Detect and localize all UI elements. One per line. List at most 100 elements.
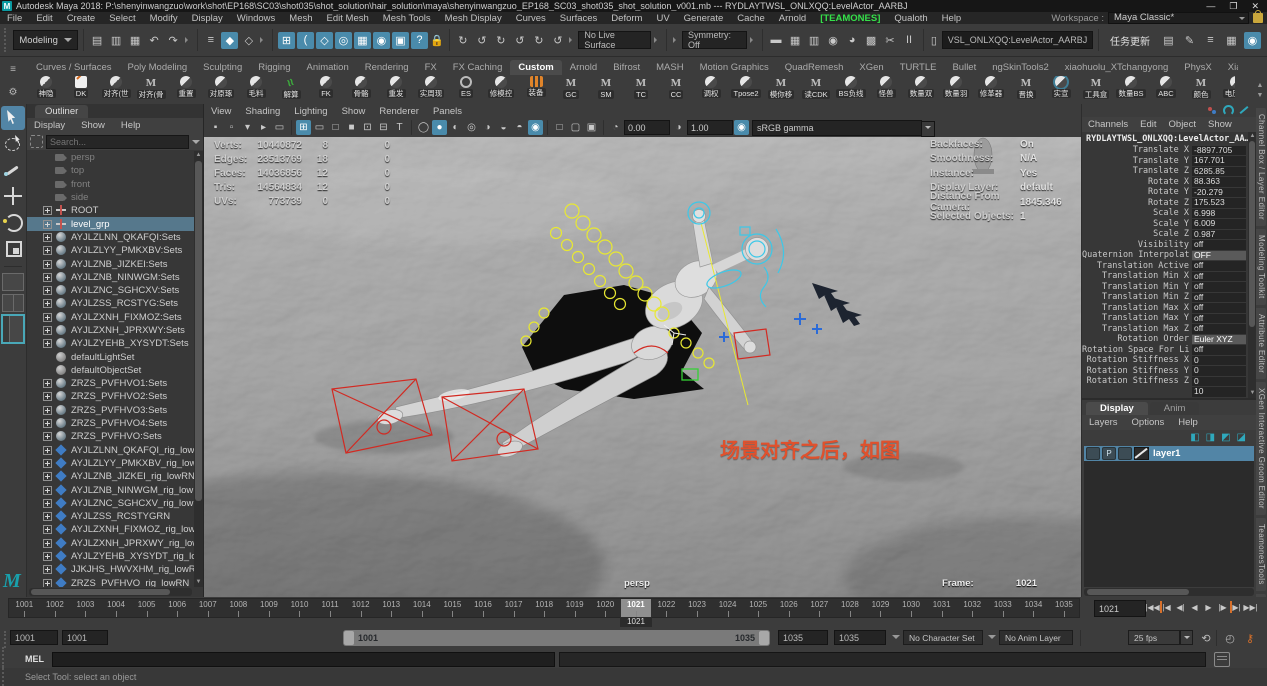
shelf-tab[interactable]: XGen	[851, 60, 891, 75]
channel-attribute-value[interactable]: 0	[1192, 366, 1246, 376]
expand-toggle[interactable]	[43, 206, 52, 215]
select-tool[interactable]	[1, 106, 25, 130]
outliner-menu-item[interactable]: Show	[74, 120, 112, 131]
menu-item[interactable]: Select	[102, 13, 142, 24]
outliner-item[interactable]: defaultObjectSet	[27, 364, 194, 377]
anim-layer-dropdown[interactable]: No Anim Layer	[999, 630, 1073, 645]
menu-item[interactable]: Display	[185, 13, 230, 24]
history-off-icon[interactable]: ↺	[511, 32, 528, 49]
resolution-gate-icon[interactable]: □	[328, 120, 343, 135]
construction-history-icon[interactable]: ↻	[530, 32, 547, 49]
range-end-handle[interactable]	[759, 631, 769, 645]
shelf-button[interactable]: 对齐(世	[100, 76, 132, 104]
shelf-tab[interactable]: FX	[417, 60, 445, 75]
expand-toggle[interactable]	[43, 392, 52, 401]
shelf-button[interactable]: 数量BS	[1115, 76, 1147, 104]
channel-box-scrollbar[interactable]: ▲ ▼	[1248, 132, 1256, 398]
film-gate-icon[interactable]: ▭	[312, 120, 327, 135]
layer-display-type-checkbox[interactable]	[1118, 447, 1132, 460]
exposure-icon[interactable]: ◔	[608, 120, 623, 135]
exposure-field[interactable]: 0.00	[624, 120, 670, 135]
layer-new-selected-icon[interactable]: ◨	[1206, 432, 1215, 443]
shelf-button[interactable]: 数量双	[905, 76, 937, 104]
frame-tick[interactable]: 1018	[529, 599, 560, 617]
channel-attribute-row[interactable]: Rotation Stiffness Z 0	[1082, 376, 1248, 387]
current-frame-field[interactable]: 1021	[1094, 600, 1146, 617]
outliner-menu-item[interactable]: Display	[27, 120, 72, 131]
outliner-item[interactable]: persp	[27, 151, 194, 164]
channel-box-menu-item[interactable]: Channels	[1082, 119, 1134, 130]
character-set-dropdown[interactable]: No Character Set	[903, 630, 983, 645]
sep4[interactable]	[603, 120, 604, 135]
selected-node-name[interactable]: RYDLAYTWSL_ONLXQQ:LevelActor_AA…	[1082, 132, 1248, 145]
outliner-item[interactable]: ZRZS_PVFHVO1:Sets	[27, 377, 194, 390]
channel-attribute-row[interactable]: Rotation Stiffness X 0	[1082, 355, 1248, 366]
range-start-handle[interactable]	[344, 631, 354, 645]
channel-attribute-row[interactable]: Quaternion Interpolate OFF	[1082, 250, 1248, 261]
paint-effects-icon[interactable]: ✂	[882, 32, 899, 49]
scale-tool[interactable]	[1, 236, 25, 260]
frame-tick[interactable]: 1014	[407, 599, 438, 617]
channel-attribute-row[interactable]: Translation Min X off	[1082, 271, 1248, 282]
frame-tick[interactable]: 1023	[682, 599, 713, 617]
channel-attribute-row[interactable]: Visibility off	[1082, 240, 1248, 251]
shelf-button[interactable]: 怪兽	[870, 76, 902, 104]
snap-help-icon[interactable]: ?	[411, 32, 428, 49]
frame-tick[interactable]: 1013	[376, 599, 407, 617]
textured-icon[interactable]: ◐	[448, 120, 463, 135]
shelf-tab[interactable]: MASH	[648, 60, 691, 75]
channel-attribute-value[interactable]: Euler XYZ	[1192, 335, 1246, 345]
channel-attribute-row[interactable]: Rotation Order Euler XYZ	[1082, 334, 1248, 345]
playback-speed-icon[interactable]: ◴	[1222, 630, 1238, 646]
frame-tick[interactable]: 1009	[254, 599, 285, 617]
expand-toggle[interactable]	[43, 552, 52, 561]
frame-tick[interactable]: 1007	[192, 599, 223, 617]
frame-tick[interactable]: 1026	[773, 599, 804, 617]
shelf-tab[interactable]: Animation	[298, 60, 356, 75]
outliner-item[interactable]: top	[27, 164, 194, 177]
shelf-tab[interactable]: xiaohuolu_XTchangyong	[1057, 60, 1177, 75]
view-transform-dropdown[interactable]: sRGB gamma	[752, 120, 922, 136]
save-scene-icon[interactable]: ▦	[127, 32, 144, 49]
play-backwards-button[interactable]: ◀	[1188, 599, 1201, 615]
channel-attribute-row[interactable]: Scale Y 6.009	[1082, 219, 1248, 230]
rotate-tool[interactable]	[1, 210, 25, 234]
menu-item[interactable]: File	[0, 13, 29, 24]
shelf-button[interactable]: 修革器	[975, 76, 1007, 104]
menu-item[interactable]: Create	[60, 13, 103, 24]
shelf-button[interactable]: TC	[625, 76, 657, 104]
shelf-button[interactable]: 重发	[380, 76, 412, 104]
channel-attribute-row[interactable]: Translation Min Z off	[1082, 292, 1248, 303]
menu-set-dropdown[interactable]: Modeling	[13, 30, 78, 50]
channel-attribute-value[interactable]: off	[1192, 324, 1246, 334]
shelf-tab[interactable]: PhysX	[1176, 60, 1219, 75]
outliner-item[interactable]: AYJLZNB_NINWGM:Sets	[27, 271, 194, 284]
gamma-field[interactable]: 1.00	[687, 120, 733, 135]
range-slider-bar[interactable]: 1001 1035	[343, 630, 770, 646]
channel-attribute-row[interactable]: Rotation Stiffness Y 0	[1082, 366, 1248, 377]
expand-toggle[interactable]	[43, 565, 52, 574]
outliner-item[interactable]: AYJLZXNH_FIXMOZ_rig_lowRN	[27, 523, 194, 536]
light-editor-icon[interactable]: ▩	[863, 32, 880, 49]
channel-attribute-value[interactable]: off	[1192, 282, 1246, 292]
auto-keyframe-icon[interactable]: ⚷	[1242, 630, 1258, 646]
shelf-button[interactable]: 毛料	[240, 76, 272, 104]
expand-toggle[interactable]	[43, 406, 52, 415]
outliner-item[interactable]: defaultLightSet	[27, 350, 194, 363]
msaa-icon[interactable]: ◉	[528, 120, 543, 135]
layer-editor-tab[interactable]: Anim	[1150, 402, 1200, 415]
frame-tick[interactable]: 1020	[590, 599, 621, 617]
command-language-label[interactable]: MEL	[25, 654, 44, 664]
outliner-item[interactable]: AYJLZNC_SGHCXV_rig_lowRN	[27, 497, 194, 510]
channel-attribute-row[interactable]: Rotation Space For Limit… off	[1082, 345, 1248, 356]
shelf-button[interactable]: BS负线	[835, 76, 867, 104]
sidebar-vertical-tab[interactable]: Channel Box / Layer Editor	[1256, 108, 1266, 226]
expand-toggle[interactable]	[43, 299, 52, 308]
viewport-menu-item[interactable]: Renderer	[372, 106, 426, 117]
layer-editor-menu-item[interactable]: Options	[1125, 417, 1172, 428]
shelf-button[interactable]: 实周现	[415, 76, 447, 104]
expand-toggle[interactable]	[43, 326, 52, 335]
shelf-tab[interactable]: Rigging	[250, 60, 298, 75]
channel-attribute-value[interactable]: off	[1192, 272, 1246, 282]
outliner-item[interactable]: AYJLZSS_RCSTYGRN	[27, 510, 194, 523]
